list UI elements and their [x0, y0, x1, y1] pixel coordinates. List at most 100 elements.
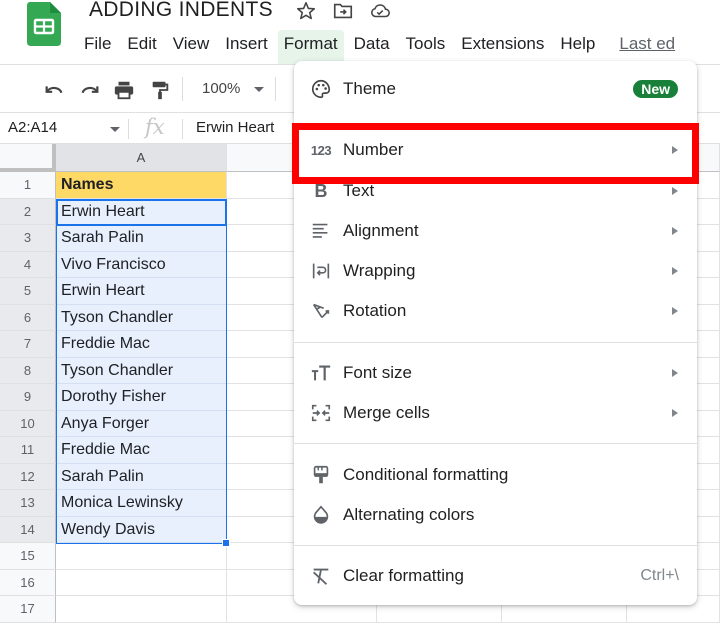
row-header[interactable]: 8: [0, 357, 56, 384]
row-header[interactable]: 4: [0, 251, 56, 278]
number-123-icon: 123: [310, 142, 332, 158]
cell[interactable]: Freddie Mac: [56, 331, 227, 358]
alternating-colors-icon: [313, 505, 329, 524]
row-header[interactable]: 7: [0, 331, 56, 358]
menu-item-label: Conditional formatting: [343, 465, 509, 484]
undo-icon[interactable]: [43, 79, 65, 101]
menu-divider: [294, 443, 697, 444]
menu-item-rotation[interactable]: Rotation: [294, 291, 697, 331]
row-header[interactable]: 12: [0, 463, 56, 490]
row-header[interactable]: 13: [0, 490, 56, 517]
menu-item-number[interactable]: 123 Number: [294, 130, 697, 170]
cell[interactable]: Wendy Davis: [56, 516, 227, 543]
menu-item-label: Number: [343, 140, 404, 159]
menu-item-label: Text: [343, 181, 375, 200]
menu-item-alternating-colors[interactable]: Alternating colors: [294, 495, 697, 535]
menu-item-label: Alternating colors: [343, 505, 475, 524]
menu-view[interactable]: View: [167, 30, 216, 58]
menu-item-label: Clear formatting: [343, 566, 464, 585]
palette-icon: [312, 79, 331, 99]
menu-extensions[interactable]: Extensions: [455, 30, 550, 58]
cell[interactable]: Dorothy Fisher: [56, 384, 227, 411]
chevron-down-icon[interactable]: [254, 87, 264, 92]
merge-cells-icon: [311, 404, 331, 422]
zoom-select[interactable]: 100%: [202, 80, 240, 97]
formula-input[interactable]: Erwin Heart: [196, 119, 274, 136]
menu-help[interactable]: Help: [554, 30, 601, 58]
cell[interactable]: Freddie Mac: [56, 437, 227, 464]
cell[interactable]: Sarah Palin: [56, 463, 227, 490]
cell[interactable]: Erwin Heart: [56, 198, 227, 225]
menu-item-label: Wrapping: [343, 261, 416, 280]
cell[interactable]: Anya Forger: [56, 410, 227, 437]
menu-item-theme[interactable]: Theme New: [294, 69, 697, 109]
last-edit-link[interactable]: Last ed: [619, 34, 675, 54]
menu-item-conditional-formatting[interactable]: Conditional formatting: [294, 455, 697, 495]
menu-data[interactable]: Data: [348, 30, 396, 58]
star-icon[interactable]: [295, 0, 317, 22]
submenu-arrow-icon: [672, 267, 678, 275]
fx-icon: fx: [145, 115, 165, 139]
cloud-saved-icon[interactable]: [369, 0, 391, 22]
cell[interactable]: Tyson Chandler: [56, 304, 227, 331]
cell[interactable]: Tyson Chandler: [56, 357, 227, 384]
cell[interactable]: [56, 596, 227, 623]
menu-item-merge-cells[interactable]: Merge cells: [294, 393, 697, 433]
submenu-arrow-icon: [672, 369, 678, 377]
cell[interactable]: [56, 543, 227, 570]
move-to-folder-icon[interactable]: [332, 0, 354, 22]
chevron-down-icon[interactable]: [110, 127, 120, 132]
row-header[interactable]: 10: [0, 410, 56, 437]
menu-file[interactable]: File: [78, 30, 117, 58]
menu-item-font-size[interactable]: Font size: [294, 353, 697, 393]
name-box[interactable]: A2:A14: [8, 119, 57, 136]
cell[interactable]: Erwin Heart: [56, 278, 227, 305]
row-header[interactable]: 17: [0, 596, 56, 623]
menu-item-wrapping[interactable]: Wrapping: [294, 251, 697, 291]
text-wrap-icon: [312, 263, 330, 279]
column-header-a[interactable]: A: [56, 144, 227, 172]
row-header[interactable]: 1: [0, 172, 56, 199]
cell[interactable]: Monica Lewinsky: [56, 490, 227, 517]
menu-item-label: Merge cells: [343, 403, 430, 422]
formula-divider: [128, 119, 129, 139]
toolbar-divider: [182, 77, 183, 101]
header-cell[interactable]: Names: [56, 172, 227, 199]
row-header[interactable]: 16: [0, 569, 56, 596]
cell[interactable]: Sarah Palin: [56, 225, 227, 252]
row-header[interactable]: 11: [0, 437, 56, 464]
menu-insert[interactable]: Insert: [219, 30, 274, 58]
row-header[interactable]: 2: [0, 198, 56, 225]
document-title[interactable]: ADDING INDENTS: [89, 0, 273, 22]
menu-tools[interactable]: Tools: [400, 30, 452, 58]
select-all-corner[interactable]: [0, 144, 56, 172]
menu-edit[interactable]: Edit: [121, 30, 162, 58]
toolbar-divider: [275, 77, 276, 101]
menu-item-alignment[interactable]: Alignment: [294, 211, 697, 251]
submenu-arrow-icon: [672, 146, 678, 154]
row-header[interactable]: 14: [0, 516, 56, 543]
new-badge: New: [633, 80, 678, 98]
row-header[interactable]: 5: [0, 278, 56, 305]
fill-handle[interactable]: [222, 539, 230, 547]
row-header[interactable]: 3: [0, 225, 56, 252]
row-header[interactable]: 9: [0, 384, 56, 411]
menu-item-clear-formatting[interactable]: Clear formatting Ctrl+\: [294, 556, 697, 596]
menu-format[interactable]: Format: [277, 30, 344, 64]
cell[interactable]: Vivo Francisco: [56, 251, 227, 278]
menu-item-label: Rotation: [343, 301, 407, 320]
cell[interactable]: [56, 569, 227, 596]
submenu-arrow-icon: [672, 307, 678, 315]
print-icon[interactable]: [113, 79, 135, 101]
shortcut-label: Ctrl+\: [640, 567, 679, 584]
row-header[interactable]: 6: [0, 304, 56, 331]
menu-item-label: Alignment: [343, 221, 419, 240]
menu-divider: [294, 545, 697, 546]
menu-item-text[interactable]: B Text: [294, 171, 697, 211]
redo-icon[interactable]: [79, 79, 101, 101]
submenu-arrow-icon: [672, 409, 678, 417]
clear-format-icon: [313, 568, 329, 585]
paint-format-icon[interactable]: [149, 79, 171, 101]
row-header[interactable]: 15: [0, 543, 56, 570]
sheets-logo-icon[interactable]: [27, 2, 61, 46]
